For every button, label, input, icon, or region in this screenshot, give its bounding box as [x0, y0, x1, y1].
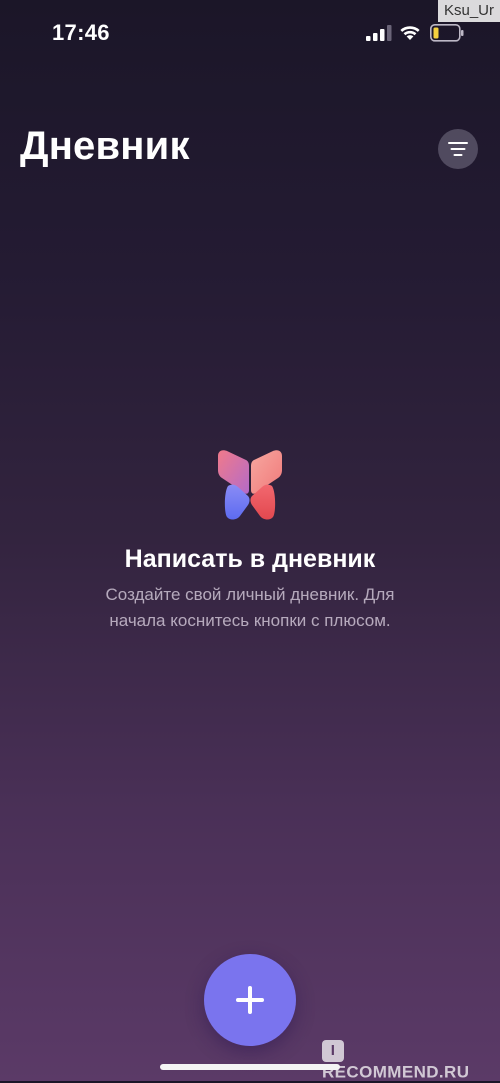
watermark-site: I RECOMMEND.RU — [322, 1040, 492, 1082]
butterfly-logo-icon — [218, 450, 282, 520]
battery-icon — [430, 24, 464, 42]
plus-icon — [236, 986, 264, 1014]
signal-icon — [366, 25, 392, 41]
home-indicator[interactable] — [160, 1064, 340, 1070]
watermark-logo-icon: I — [322, 1040, 344, 1062]
wifi-icon — [400, 26, 420, 40]
add-entry-button[interactable] — [204, 954, 296, 1046]
empty-state-title: Написать в дневник — [124, 545, 376, 573]
status-bar: 17:46 — [0, 0, 500, 70]
empty-state-description: Создайте свой личный дневник. Для начала… — [105, 585, 395, 630]
status-time: 17:46 — [52, 20, 110, 45]
empty-state: Написать в дневник Создайте свой личный … — [0, 446, 500, 634]
page-title: Дневник — [20, 124, 190, 168]
watermark-username: Ksu_Ur — [437, 0, 500, 22]
watermark-site-text: RECOMMEND.RU — [322, 1062, 470, 1082]
filter-lines-icon — [448, 142, 468, 156]
filter-button[interactable] — [438, 129, 478, 169]
